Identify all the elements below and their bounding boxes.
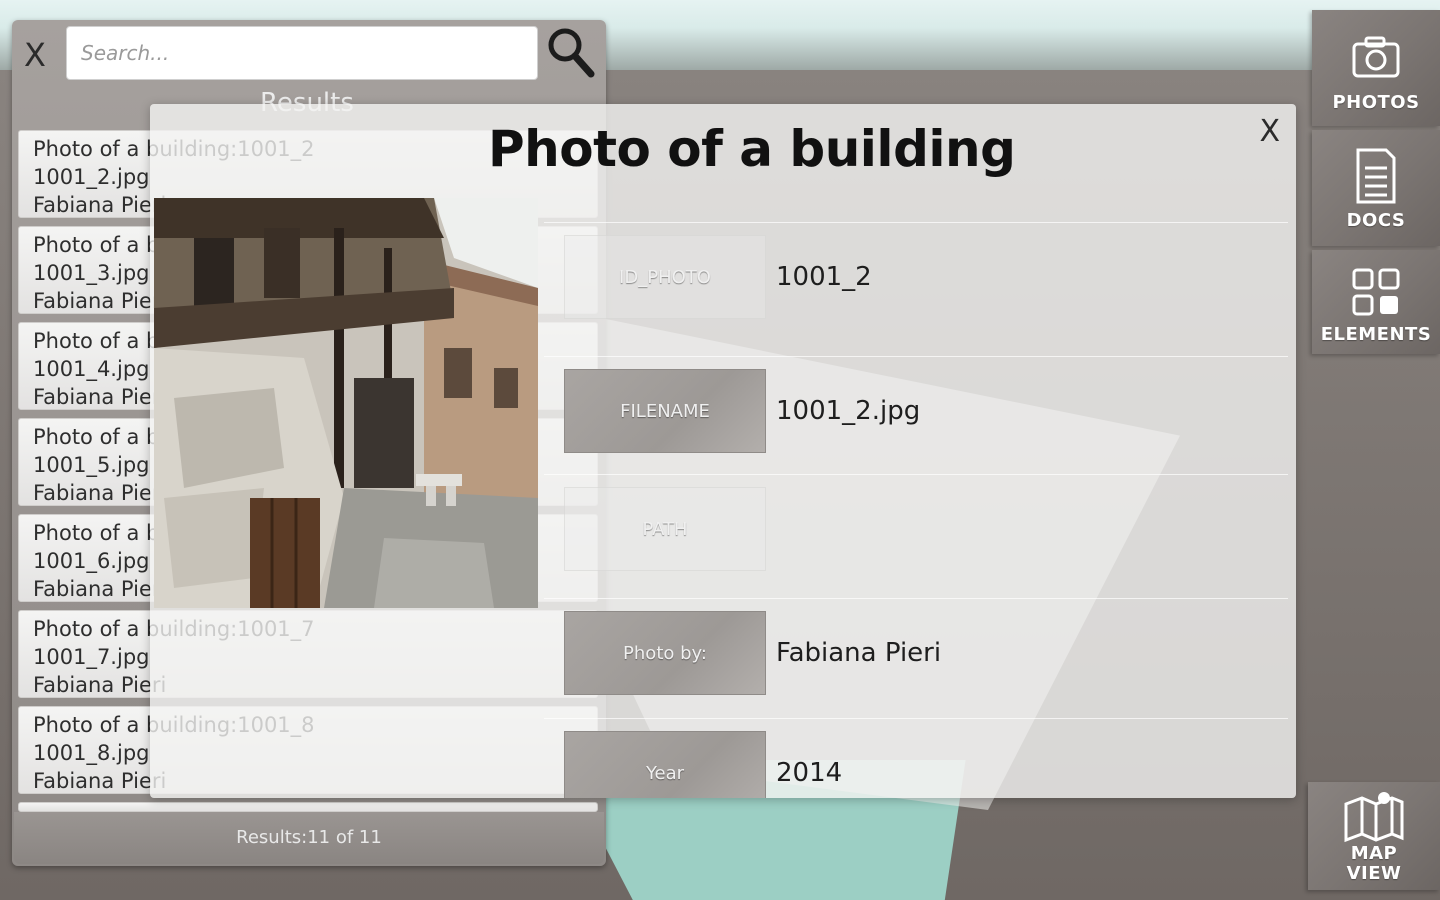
field-row-year: Year 2014: [544, 718, 1288, 798]
results-count: Results:11 of 11: [14, 812, 604, 864]
field-label-id-photo: ID_PHOTO: [564, 235, 766, 319]
docs-button[interactable]: DOCS: [1312, 130, 1440, 246]
search-icon[interactable]: [546, 26, 596, 80]
field-row-id-photo: ID_PHOTO 1001_2: [544, 222, 1288, 332]
elements-label: ELEMENTS: [1320, 324, 1432, 345]
field-row-photo-by: Photo by: Fabiana Pieri: [544, 598, 1288, 708]
map-view-button[interactable]: MAP VIEW: [1308, 782, 1440, 890]
building-photo: [154, 198, 538, 608]
close-detail-button[interactable]: X: [1259, 114, 1280, 149]
docs-label: DOCS: [1346, 210, 1406, 231]
field-label-filename: FILENAME: [564, 369, 766, 453]
field-value-photo-by: Fabiana Pieri: [776, 638, 942, 668]
grid-icon: [1352, 268, 1400, 316]
detail-title: Photo of a building: [488, 120, 1016, 178]
map-label-line1: MAP: [1350, 843, 1398, 864]
photos-button[interactable]: PHOTOS: [1312, 10, 1440, 126]
field-row-path: PATH: [544, 474, 1288, 584]
elements-button[interactable]: ELEMENTS: [1312, 250, 1440, 354]
field-value-id-photo: 1001_2: [776, 262, 872, 292]
map-label-line2: VIEW: [1346, 863, 1402, 884]
close-search-button[interactable]: X: [24, 36, 46, 74]
field-label-photo-by: Photo by:: [564, 611, 766, 695]
field-label-year: Year: [564, 731, 766, 798]
field-row-filename: FILENAME 1001_2.jpg: [544, 356, 1288, 466]
field-value-filename: 1001_2.jpg: [776, 396, 921, 426]
photos-label: PHOTOS: [1332, 92, 1420, 113]
photo-detail-dialog: X Photo of a building ID_PHOTO 1001_2 FI…: [150, 104, 1296, 798]
map-icon: [1344, 792, 1404, 843]
field-label-path: PATH: [564, 487, 766, 571]
field-value-year: 2014: [776, 758, 843, 788]
building-photo-image: [154, 198, 538, 608]
result-item-partial[interactable]: [18, 802, 598, 812]
search-input[interactable]: [66, 26, 538, 80]
camera-icon: [1352, 36, 1400, 78]
document-icon: [1356, 148, 1396, 204]
